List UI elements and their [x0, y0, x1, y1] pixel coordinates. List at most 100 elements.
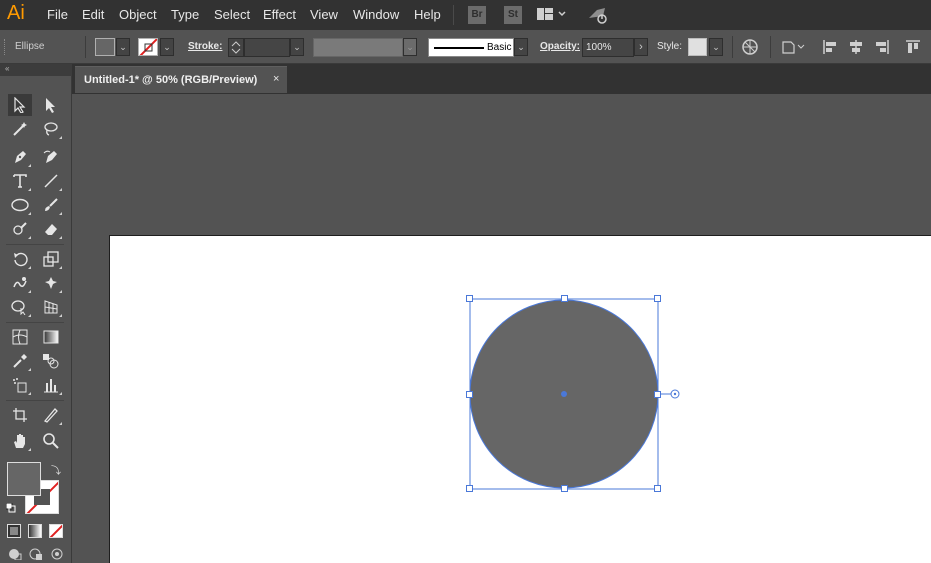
brush-definition-label: Basic — [487, 42, 512, 53]
menu-effect[interactable]: Effect — [263, 7, 296, 22]
resize-handle-bottom[interactable] — [561, 485, 568, 492]
opacity-input[interactable]: 100% — [582, 38, 634, 57]
menu-window[interactable]: Window — [353, 7, 399, 22]
menu-select[interactable]: Select — [214, 7, 250, 22]
menu-help[interactable]: Help — [414, 7, 441, 22]
fill-dropdown[interactable]: ⌄ — [116, 38, 130, 56]
style-dropdown[interactable]: ⌄ — [709, 38, 723, 56]
ellipse-tool-icon[interactable] — [8, 194, 32, 216]
recolor-artwork-icon[interactable] — [742, 39, 758, 55]
brush-dropdown[interactable]: ⌄ — [514, 38, 528, 56]
color-mode-button[interactable] — [7, 524, 21, 538]
toolbar-header: « — [0, 64, 72, 76]
draw-inside-icon[interactable] — [50, 548, 64, 560]
eraser-tool-icon[interactable] — [39, 218, 63, 240]
hand-tool-icon[interactable] — [8, 430, 32, 452]
curvature-tool-icon[interactable] — [39, 146, 63, 168]
symbol-sprayer-tool-icon[interactable] — [8, 374, 32, 396]
fill-swatch[interactable] — [7, 462, 41, 496]
resize-handle-bottom-left[interactable] — [466, 485, 473, 492]
resize-handle-top-left[interactable] — [466, 295, 473, 302]
direct-selection-tool-icon[interactable] — [39, 94, 63, 116]
align-center-icon[interactable] — [848, 39, 864, 55]
pen-tool-icon[interactable] — [8, 146, 32, 168]
align-left-icon[interactable] — [822, 39, 838, 55]
divider — [770, 36, 771, 58]
workspace-switcher-icon[interactable] — [537, 8, 567, 25]
shape-builder-tool-icon[interactable] — [8, 296, 32, 318]
divider — [85, 36, 86, 58]
tools-panel: ⤵ — [0, 76, 72, 563]
stroke-dropdown[interactable]: ⌄ — [160, 38, 174, 56]
grip-handle[interactable] — [4, 39, 6, 55]
align-right-icon[interactable] — [874, 39, 890, 55]
resize-handle-top[interactable] — [561, 295, 568, 302]
gradient-tool-icon[interactable] — [39, 326, 63, 348]
menu-bar: Ai File Edit Object Type Select Effect V… — [0, 0, 931, 30]
menu-file[interactable]: File — [47, 7, 68, 22]
resize-handle-bottom-right[interactable] — [654, 485, 661, 492]
divider — [732, 36, 733, 58]
divider — [6, 400, 64, 401]
lasso-tool-icon[interactable] — [39, 118, 63, 140]
document-tab-title: Untitled-1* @ 50% (RGB/Preview) — [84, 74, 258, 86]
gradient-mode-button[interactable] — [28, 524, 42, 538]
selection-type-label: Ellipse — [15, 41, 45, 52]
divider — [6, 244, 64, 245]
fill-color-swatch[interactable] — [95, 38, 115, 56]
mesh-tool-icon[interactable] — [8, 326, 32, 348]
opacity-label[interactable]: Opacity: — [540, 41, 580, 52]
column-graph-tool-icon[interactable] — [39, 374, 63, 396]
artboard-tool-icon[interactable] — [8, 404, 32, 426]
none-mode-button[interactable] — [49, 524, 63, 538]
slice-tool-icon[interactable] — [39, 404, 63, 426]
scale-tool-icon[interactable] — [39, 248, 63, 270]
swap-fill-stroke-icon[interactable]: ⤵ — [51, 462, 61, 477]
transform-reference-icon[interactable] — [780, 39, 806, 55]
menu-type[interactable]: Type — [171, 7, 199, 22]
menu-view[interactable]: View — [310, 7, 338, 22]
zoom-tool-icon[interactable] — [39, 430, 63, 452]
draw-normal-icon[interactable] — [8, 548, 22, 561]
menu-edit[interactable]: Edit — [82, 7, 104, 22]
center-point — [561, 391, 567, 397]
app-logo: Ai — [7, 2, 25, 24]
resize-handle-right[interactable] — [654, 391, 661, 398]
bridge-button[interactable]: Br — [468, 6, 486, 24]
resize-handle-left[interactable] — [466, 391, 473, 398]
stock-button[interactable]: St — [504, 6, 522, 24]
rotate-tool-icon[interactable] — [8, 248, 32, 270]
graphic-style-swatch[interactable] — [688, 38, 707, 56]
gpu-performance-icon[interactable] — [588, 6, 610, 27]
shaper-tool-icon[interactable] — [8, 218, 32, 240]
draw-behind-icon[interactable] — [29, 548, 43, 560]
collapse-panel-icon[interactable]: « — [5, 64, 9, 73]
default-fill-stroke-icon[interactable] — [5, 502, 16, 513]
stroke-label[interactable]: Stroke: — [188, 41, 222, 52]
puppet-warp-tool-icon[interactable] — [39, 272, 63, 294]
stroke-color-swatch[interactable] — [138, 38, 158, 56]
perspective-grid-tool-icon[interactable] — [39, 296, 63, 318]
selection-tool-icon[interactable] — [8, 94, 32, 116]
opacity-flyout[interactable]: › — [634, 38, 648, 56]
close-tab-button[interactable]: × — [273, 73, 279, 85]
eyedropper-tool-icon[interactable] — [8, 350, 32, 372]
type-tool-icon[interactable] — [8, 170, 32, 192]
opacity-value: 100% — [586, 42, 612, 53]
warp-tool-icon[interactable] — [8, 272, 32, 294]
line-segment-tool-icon[interactable] — [39, 170, 63, 192]
brush-definition[interactable]: Basic — [428, 38, 514, 57]
stroke-weight-input[interactable] — [244, 38, 290, 57]
blend-tool-icon[interactable] — [39, 350, 63, 372]
paintbrush-tool-icon[interactable] — [39, 194, 63, 216]
stroke-weight-dropdown[interactable]: ⌄ — [290, 38, 304, 56]
menu-object[interactable]: Object — [119, 7, 157, 22]
align-top-icon[interactable] — [905, 39, 921, 55]
document-tab[interactable]: Untitled-1* @ 50% (RGB/Preview) × — [75, 66, 287, 93]
stroke-weight-stepper[interactable] — [228, 38, 244, 57]
variable-width-profile[interactable] — [313, 38, 403, 57]
resize-handle-top-right[interactable] — [654, 295, 661, 302]
variable-width-dropdown[interactable]: ⌄ — [403, 38, 417, 56]
magic-wand-tool-icon[interactable] — [8, 118, 32, 140]
style-label: Style: — [657, 41, 683, 52]
